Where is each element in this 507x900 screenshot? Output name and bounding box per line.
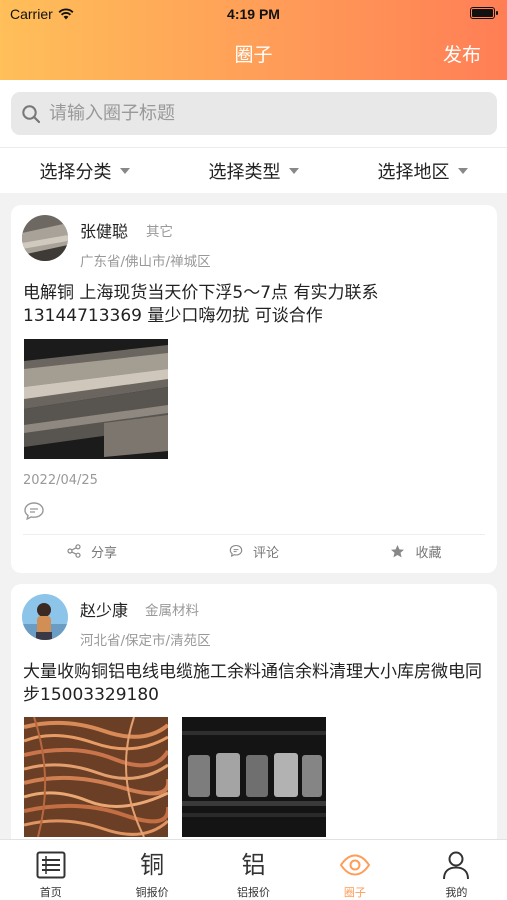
- header: Carrier 4:19 PM 圈子 发布: [0, 0, 507, 80]
- share-icon: [67, 544, 81, 558]
- search-box[interactable]: [11, 92, 497, 135]
- status-bar: Carrier 4:19 PM: [0, 4, 507, 26]
- filter-category[interactable]: 选择分类: [0, 148, 169, 193]
- filter-bar: 选择分类 选择类型 选择地区: [0, 147, 507, 193]
- post-location: 河北省/保定市/清苑区: [80, 633, 211, 649]
- post-card[interactable]: 赵少康 金属材料 河北省/保定市/清苑区 大量收购铜铝电线电缆施工余料通信余料清…: [11, 584, 497, 839]
- tab-circle[interactable]: 圈子: [304, 840, 405, 900]
- comment-label: 评论: [252, 545, 279, 561]
- tab-home[interactable]: 首页: [0, 840, 101, 900]
- tab-home-label: 首页: [39, 886, 62, 899]
- comment-button[interactable]: 评论: [173, 535, 335, 567]
- page-title: 圈子: [234, 44, 273, 66]
- eye-icon: [339, 854, 371, 876]
- list-icon: [36, 851, 66, 879]
- tab-aluminum-price[interactable]: 铝 铝报价: [203, 840, 304, 900]
- battery-icon: [470, 7, 498, 19]
- post-author: 赵少康: [80, 601, 129, 620]
- person-icon: [443, 851, 470, 880]
- caret-down-icon: [288, 167, 299, 174]
- filter-region[interactable]: 选择地区: [338, 148, 507, 193]
- filter-region-label: 选择地区: [377, 161, 450, 183]
- comment-icon: [229, 544, 243, 557]
- search-input[interactable]: [49, 103, 469, 124]
- post-photo[interactable]: [24, 717, 168, 837]
- post-card[interactable]: 张健聪 其它 广东省/佛山市/禅城区 电解铜 上海现货当天价下浮5～7点 有实力…: [11, 205, 497, 573]
- caret-down-icon: [119, 167, 130, 174]
- post-date: 2022/04/25: [23, 473, 98, 488]
- post-content: 大量收购铜铝电线电缆施工余料通信余料清理大小库房微电同步15003329180: [23, 662, 482, 705]
- post-category: 金属材料: [145, 603, 199, 619]
- filter-type-label: 选择类型: [208, 161, 281, 183]
- avatar[interactable]: [22, 594, 68, 640]
- search-area: [0, 80, 507, 147]
- copper-glyph-icon: 铜: [140, 851, 165, 879]
- post-location: 广东省/佛山市/禅城区: [80, 254, 211, 270]
- post-author: 张健聪: [80, 222, 129, 241]
- post-feed[interactable]: 张健聪 其它 广东省/佛山市/禅城区 电解铜 上海现货当天价下浮5～7点 有实力…: [0, 193, 507, 839]
- tab-copper-price-label: 铜报价: [135, 886, 169, 899]
- post-actions: 分享 评论 收藏: [11, 535, 497, 567]
- filter-type[interactable]: 选择类型: [169, 148, 338, 193]
- filter-category-label: 选择分类: [39, 161, 112, 183]
- tab-bar: 首页 铜 铜报价 铝 铝报价 圈子 我的: [0, 839, 507, 900]
- publish-button[interactable]: 发布: [443, 40, 481, 67]
- tab-mine[interactable]: 我的: [406, 840, 507, 900]
- caret-down-icon: [457, 167, 468, 174]
- comment-bubble-icon[interactable]: [23, 501, 45, 521]
- tab-aluminum-price-label: 铝报价: [237, 886, 271, 899]
- tab-copper-price[interactable]: 铜 铜报价: [101, 840, 202, 900]
- post-content: 电解铜 上海现货当天价下浮5～7点 有实力联系13144713369 量少口嗨勿…: [23, 283, 379, 326]
- post-photo[interactable]: [182, 717, 326, 837]
- tab-circle-label: 圈子: [343, 886, 366, 899]
- star-icon: [391, 544, 405, 557]
- tab-mine-label: 我的: [445, 886, 468, 899]
- search-icon: [22, 104, 41, 123]
- favorite-button[interactable]: 收藏: [335, 535, 497, 567]
- post-photo[interactable]: [24, 339, 168, 459]
- aluminum-glyph-icon: 铝: [241, 851, 266, 879]
- app-root: Carrier 4:19 PM 圈子 发布 选择分类: [0, 0, 507, 900]
- favorite-label: 收藏: [415, 545, 442, 561]
- share-button[interactable]: 分享: [11, 535, 173, 567]
- avatar[interactable]: [22, 215, 68, 261]
- status-time: 4:19 PM: [227, 6, 280, 22]
- share-label: 分享: [90, 545, 117, 561]
- post-category: 其它: [146, 224, 173, 240]
